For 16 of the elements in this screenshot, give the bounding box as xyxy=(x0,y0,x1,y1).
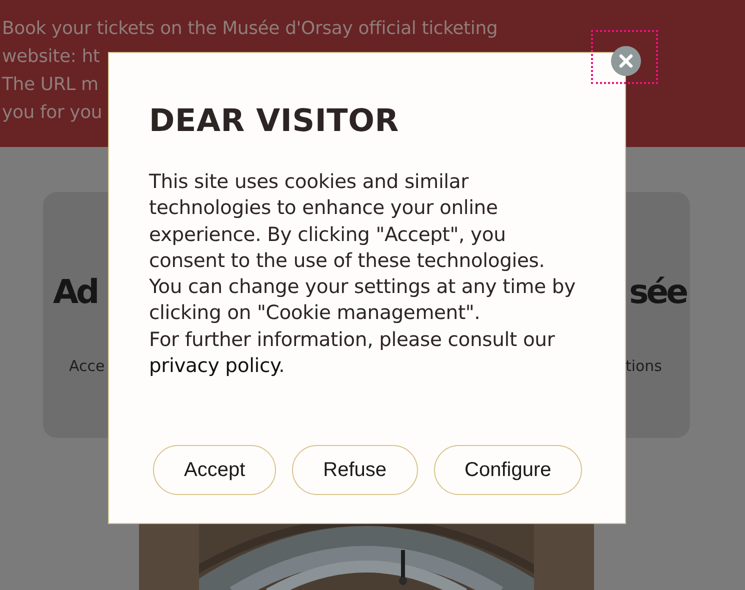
dialog-button[interactable]: Accept xyxy=(153,445,276,495)
card-text: Acce xyxy=(69,357,105,375)
banner-text: website: ht xyxy=(2,45,100,69)
banner-text: you for you xyxy=(2,101,102,125)
privacy-policy-link[interactable]: privacy policy xyxy=(149,354,279,378)
cookie-notice: This site uses cookies and similar technologies to enhance your online experience. By clicking "Accept", you consent to the use of these technologies. You can change your settings at any time by clicking on "Cookie management". xyxy=(149,169,576,326)
close-icon xyxy=(619,54,633,68)
dialog-title: DEAR VISITOR xyxy=(149,103,399,139)
banner-text: The URL m xyxy=(2,73,98,97)
card-title: sée xyxy=(629,272,686,311)
dialog-button[interactable]: Refuse xyxy=(292,445,418,495)
privacy-info: For further information, please consult our privacy policy. xyxy=(149,326,556,380)
banner-text: Book your tickets on the Musée d'Orsay official ticketing xyxy=(2,17,498,41)
card-text: tions xyxy=(625,357,662,375)
dialog-button[interactable]: Configure xyxy=(434,445,582,495)
card-title: Ad xyxy=(53,272,98,311)
